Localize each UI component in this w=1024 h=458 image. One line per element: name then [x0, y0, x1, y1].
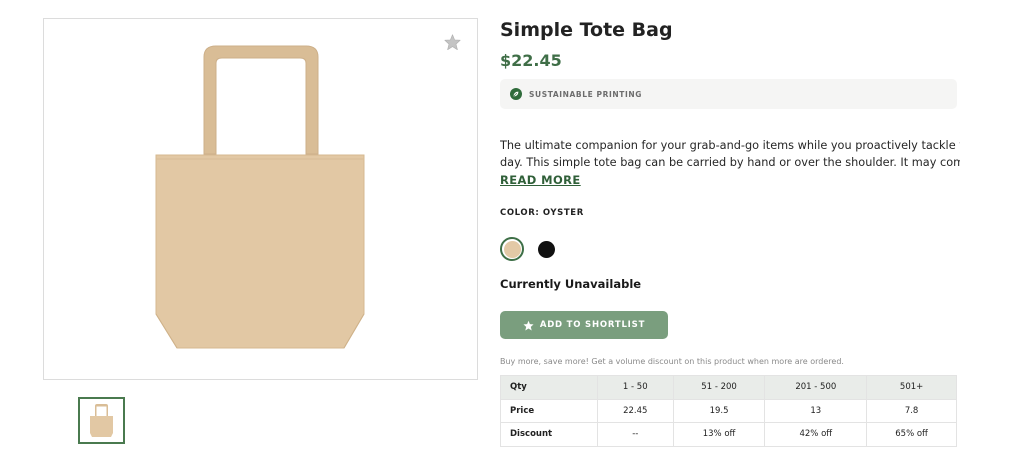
product-price: $22.45: [500, 51, 562, 70]
table-cell: --: [596, 422, 674, 447]
product-main-image: [43, 18, 478, 380]
thumbnail-image: [90, 404, 113, 437]
description-line: The ultimate companion for your grab-and…: [500, 139, 960, 152]
column-header: 51 - 200: [672, 375, 766, 400]
star-icon: [444, 34, 460, 50]
add-to-shortlist-button[interactable]: ADD TO SHORTLIST: [500, 311, 668, 339]
column-header: 201 - 500: [764, 375, 868, 400]
color-swatch-oyster[interactable]: [500, 237, 524, 261]
table-row: Price 22.45 19.5 13 7.8: [500, 398, 957, 423]
column-header: 1 - 50: [596, 375, 674, 400]
product-description: The ultimate companion for your grab-and…: [500, 137, 960, 171]
table-cell: 13% off: [672, 422, 766, 447]
column-header: 501+: [866, 375, 957, 400]
read-more-link[interactable]: READ MORE: [500, 173, 581, 187]
swatch-fill: [537, 240, 555, 258]
color-label: COLOR: OYSTER: [500, 208, 584, 218]
swatch-fill: [503, 240, 521, 258]
product-title: Simple Tote Bag: [500, 19, 673, 41]
color-swatch-black[interactable]: [534, 237, 558, 261]
row-label: Discount: [500, 422, 598, 447]
table-cell: 7.8: [866, 398, 957, 423]
tote-bag-image: [155, 45, 365, 349]
table-cell: 42% off: [764, 422, 868, 447]
leaf-icon: [510, 88, 522, 100]
table-cell: 19.5: [672, 398, 766, 423]
star-icon: [523, 320, 534, 331]
volume-discount-note: Buy more, save more! Get a volume discou…: [500, 357, 844, 366]
shortlist-label: ADD TO SHORTLIST: [539, 320, 646, 330]
description-line: day. This simple tote bag can be carried…: [500, 156, 960, 169]
favorite-button[interactable]: [441, 31, 463, 53]
badge-label: SUSTAINABLE PRINTING: [529, 89, 643, 99]
table-header-row: Qty 1 - 50 51 - 200 201 - 500 501+: [500, 375, 957, 400]
table-cell: 65% off: [866, 422, 957, 447]
table-cell: 22.45: [596, 398, 674, 423]
availability-status: Currently Unavailable: [500, 277, 642, 291]
thumbnail-tote-bag[interactable]: [78, 397, 125, 444]
table-cell: 13: [764, 398, 868, 423]
table-row: Discount -- 13% off 42% off 65% off: [500, 422, 957, 447]
column-header: Qty: [500, 375, 598, 400]
volume-discount-table: Qty 1 - 50 51 - 200 201 - 500 501+ Price…: [500, 375, 957, 447]
row-label: Price: [500, 398, 598, 423]
sustainable-badge: SUSTAINABLE PRINTING: [500, 79, 957, 109]
